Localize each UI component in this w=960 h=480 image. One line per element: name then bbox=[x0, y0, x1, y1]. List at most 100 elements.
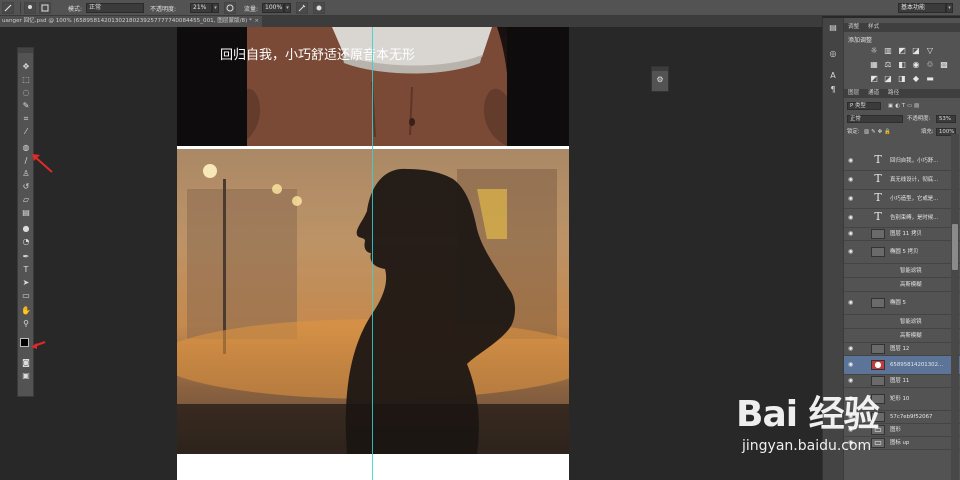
visibility-eye-icon[interactable] bbox=[848, 268, 854, 274]
tab-channels[interactable]: 通道 bbox=[868, 89, 879, 98]
hue-saturation-icon[interactable]: ▦ bbox=[868, 59, 880, 71]
layer-row[interactable]: ◉ T 小巧造型，它或是... bbox=[844, 190, 960, 209]
visibility-eye-icon[interactable] bbox=[848, 319, 854, 325]
guide-line[interactable] bbox=[372, 27, 373, 480]
curves-icon[interactable]: ◩ bbox=[896, 45, 908, 57]
airbrush-icon[interactable] bbox=[296, 2, 308, 14]
threshold-icon[interactable]: ◨ bbox=[896, 73, 908, 85]
pen-tool-icon[interactable]: ✒ bbox=[21, 252, 31, 262]
document-canvas[interactable]: 回归自我，小巧舒适还原音本无形 bbox=[177, 27, 569, 480]
pressure-opacity-icon[interactable] bbox=[224, 2, 236, 14]
visibility-eye-icon[interactable]: ◉ bbox=[848, 249, 854, 255]
quick-select-tool-icon[interactable]: ✎ bbox=[21, 101, 31, 111]
hand-tool-icon[interactable]: ✋ bbox=[21, 306, 31, 316]
workspace-select[interactable]: 基本功能 bbox=[898, 3, 946, 13]
visibility-eye-icon[interactable] bbox=[848, 333, 854, 339]
layer-row[interactable]: ◉椭圆 5 拷贝◐ bbox=[844, 241, 960, 264]
layer-row[interactable]: 智能滤镜 bbox=[844, 315, 960, 329]
foreground-color-swatch[interactable] bbox=[20, 338, 29, 347]
mode-select[interactable]: 正常 bbox=[86, 3, 144, 13]
tab-paths[interactable]: 路径 bbox=[888, 89, 899, 98]
gradient-map-icon[interactable]: ▬ bbox=[924, 73, 936, 85]
quick-mask-icon[interactable]: ◙ bbox=[21, 358, 31, 368]
visibility-eye-icon[interactable]: ◉ bbox=[848, 346, 854, 352]
color-balance-icon[interactable]: ⚖ bbox=[882, 59, 894, 71]
layer-row[interactable]: ◉ T 回归自我，小巧舒... bbox=[844, 152, 960, 171]
visibility-eye-icon[interactable]: ◉ bbox=[848, 378, 854, 384]
layer-row[interactable]: ◉ ● 65895814201302... bbox=[844, 356, 960, 375]
pressure-size-icon[interactable] bbox=[313, 2, 325, 14]
eyedropper-tool-icon[interactable]: ⁄ bbox=[21, 127, 31, 137]
visibility-eye-icon[interactable]: ◉ bbox=[848, 177, 854, 183]
lock-icons[interactable]: ▨✎✥🔒 bbox=[864, 128, 893, 136]
actions-icon[interactable]: ◎ bbox=[827, 48, 839, 60]
tools-panel-grip[interactable] bbox=[18, 48, 33, 53]
invert-icon[interactable]: ◩ bbox=[868, 73, 880, 85]
visibility-eye-icon[interactable]: ◉ bbox=[848, 215, 854, 221]
layer-row[interactable]: 智能滤镜 bbox=[844, 264, 960, 278]
tab-layers[interactable]: 图层 bbox=[848, 89, 859, 98]
opacity-dropdown-icon[interactable]: ▾ bbox=[212, 3, 219, 13]
marquee-tool-icon[interactable]: ⬚ bbox=[21, 75, 31, 85]
gradient-tool-icon[interactable]: ▤ bbox=[21, 208, 31, 218]
brush-size-icon[interactable] bbox=[24, 2, 36, 14]
flow-dropdown-icon[interactable]: ▾ bbox=[284, 3, 291, 13]
visibility-eye-icon[interactable]: ◉ bbox=[848, 362, 854, 368]
eraser-tool-icon[interactable]: ▱ bbox=[21, 195, 31, 205]
color-lookup-icon[interactable]: ▩ bbox=[938, 59, 950, 71]
rectangle-tool-icon[interactable]: ▭ bbox=[21, 291, 31, 301]
lasso-tool-icon[interactable]: ◌ bbox=[21, 88, 31, 98]
dodge-tool-icon[interactable]: ◔ bbox=[21, 237, 31, 247]
close-icon[interactable]: × bbox=[254, 16, 259, 27]
properties-icon[interactable]: ⚙ bbox=[655, 75, 665, 85]
floating-panel-header[interactable] bbox=[652, 67, 668, 71]
vibrance-icon[interactable]: ▽ bbox=[924, 45, 936, 57]
channel-mixer-icon[interactable]: ♲ bbox=[924, 59, 936, 71]
black-white-icon[interactable]: ◧ bbox=[896, 59, 908, 71]
layer-filter-select[interactable]: P 类型 bbox=[847, 102, 881, 110]
crop-tool-icon[interactable]: ⌗ bbox=[21, 114, 31, 124]
visibility-eye-icon[interactable]: ◉ bbox=[848, 196, 854, 202]
selective-color-icon[interactable]: ◆ bbox=[910, 73, 922, 85]
zoom-tool-icon[interactable]: ⚲ bbox=[21, 319, 31, 329]
tab-adjustments[interactable]: 调整 bbox=[848, 23, 859, 32]
brush-preset-icon[interactable] bbox=[2, 2, 14, 14]
layer-row[interactable]: ◉ 图层 12 bbox=[844, 343, 960, 356]
document-tab[interactable]: uanger 回忆.psd @ 100% (658958142013021802… bbox=[0, 16, 262, 27]
layers-scrollbar-thumb[interactable] bbox=[952, 224, 958, 270]
move-tool-icon[interactable]: ✥ bbox=[21, 62, 31, 72]
brightness-icon[interactable]: ☼ bbox=[868, 45, 880, 57]
levels-icon[interactable]: ▥ bbox=[882, 45, 894, 57]
brush-panel-icon[interactable] bbox=[39, 2, 51, 14]
type-tool-icon[interactable]: T bbox=[21, 265, 31, 275]
tab-styles[interactable]: 样式 bbox=[868, 23, 879, 32]
layer-row[interactable]: 高斯模糊 bbox=[844, 278, 960, 292]
filter-icons[interactable]: ▣◐T▭▤ bbox=[888, 102, 921, 110]
blur-tool-icon[interactable]: ● bbox=[21, 224, 31, 234]
character-icon[interactable]: A bbox=[827, 70, 839, 82]
layer-opacity-field[interactable]: 53% bbox=[936, 115, 956, 123]
layer-row[interactable]: ◉ T 真无线设计，彻底... bbox=[844, 171, 960, 190]
layers-scrollbar-track[interactable] bbox=[951, 134, 959, 480]
exposure-icon[interactable]: ◪ bbox=[910, 45, 922, 57]
visibility-eye-icon[interactable]: ◉ bbox=[848, 300, 854, 306]
flow-field[interactable]: 100% bbox=[262, 3, 284, 13]
posterize-icon[interactable]: ◪ bbox=[882, 73, 894, 85]
screen-mode-icon[interactable]: ▣ bbox=[21, 371, 31, 381]
visibility-eye-icon[interactable]: ◉ bbox=[848, 231, 854, 237]
history-icon[interactable]: ▤ bbox=[827, 22, 839, 34]
layer-row[interactable]: ◉ T 告别束缚，是时候... bbox=[844, 209, 960, 228]
layer-row[interactable]: ◉椭圆 5◐ bbox=[844, 292, 960, 315]
layer-row[interactable]: 高斯模糊 bbox=[844, 329, 960, 343]
opacity-field[interactable]: 21% bbox=[190, 3, 212, 13]
workspace-dropdown-icon[interactable]: ▾ bbox=[946, 3, 953, 13]
history-brush-tool-icon[interactable]: ↺ bbox=[21, 182, 31, 192]
photo-filter-icon[interactable]: ◉ bbox=[910, 59, 922, 71]
paragraph-icon[interactable]: ¶ bbox=[827, 84, 839, 96]
layer-row[interactable]: ◉ 图层 11 拷贝 bbox=[844, 228, 960, 241]
floating-panel[interactable]: ⚙ bbox=[651, 66, 669, 92]
visibility-eye-icon[interactable]: ◉ bbox=[848, 158, 854, 164]
visibility-eye-icon[interactable] bbox=[848, 282, 854, 288]
path-select-tool-icon[interactable]: ➤ bbox=[21, 278, 31, 288]
blend-mode-select[interactable]: 正常 bbox=[847, 115, 903, 123]
